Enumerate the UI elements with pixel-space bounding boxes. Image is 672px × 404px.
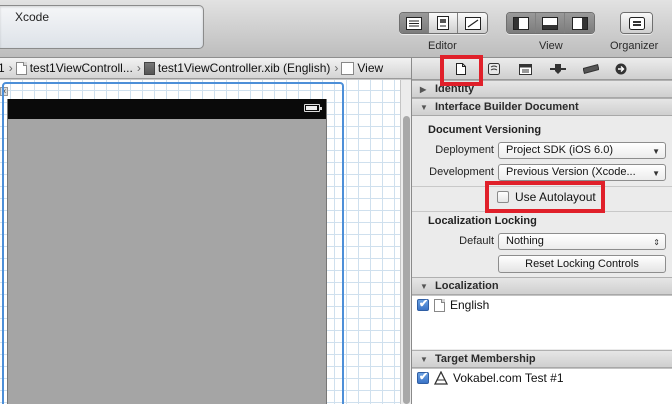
standard-editor-button[interactable] bbox=[400, 13, 429, 33]
target-membership-list-item[interactable]: Vokabel.com Test #1 bbox=[417, 370, 564, 385]
size-inspector-tab[interactable] bbox=[582, 61, 600, 77]
connections-inspector-tab[interactable] bbox=[612, 61, 630, 77]
deployment-label: Deployment bbox=[435, 144, 494, 156]
canvas-vertical-scrollbar[interactable] bbox=[400, 80, 411, 404]
disclosure-expanded-icon: ▼ bbox=[420, 102, 428, 112]
chevron-right-icon: › bbox=[8, 61, 13, 75]
jump-bar-crumb-project[interactable]: 1 bbox=[0, 61, 8, 75]
target-membership-checkbox[interactable] bbox=[417, 370, 429, 384]
highlight-file-inspector-tab bbox=[440, 55, 483, 86]
organizer-control bbox=[620, 12, 653, 34]
left-pane-icon bbox=[513, 16, 529, 30]
reset-locking-controls-button[interactable]: Reset Locking Controls bbox=[498, 255, 666, 273]
disclosure-expanded-icon: ▼ bbox=[420, 354, 428, 364]
disclosure-expanded-icon: ▼ bbox=[420, 281, 428, 291]
navigator-toggle-button[interactable] bbox=[507, 13, 536, 33]
status-bar bbox=[8, 99, 326, 119]
organizer-icon bbox=[628, 16, 645, 30]
jump-bar-crumb-group[interactable]: test1ViewControll... bbox=[15, 61, 136, 75]
attributes-slider-icon bbox=[550, 64, 566, 74]
editor-segmented-control bbox=[399, 12, 488, 34]
interface-builder-canvas[interactable]: × bbox=[0, 80, 400, 404]
view-segmented-control bbox=[506, 12, 595, 34]
localization-english-checkbox[interactable] bbox=[417, 297, 429, 311]
quick-help-inspector-tab[interactable] bbox=[485, 61, 503, 77]
debug-area-toggle-button[interactable] bbox=[536, 13, 565, 33]
crumb-label: test1ViewController.xib (English) bbox=[157, 61, 331, 75]
document-versioning-title: Document Versioning bbox=[428, 124, 542, 136]
view-object-icon bbox=[341, 61, 355, 75]
iphone-view[interactable] bbox=[7, 99, 327, 404]
localization-item-label: English bbox=[450, 298, 490, 312]
right-pane-icon bbox=[571, 16, 588, 30]
chevron-right-icon: › bbox=[334, 61, 339, 75]
utilities-inspector: ▶ Identity ▼ Interface Builder Document … bbox=[411, 58, 672, 404]
target-item-label: Vokabel.com Test #1 bbox=[453, 371, 564, 385]
default-label: Default bbox=[459, 235, 494, 247]
arrow-circle-icon bbox=[615, 63, 627, 75]
deployment-value: Project SDK (iOS 6.0) bbox=[506, 144, 613, 156]
development-label: Development bbox=[429, 166, 494, 178]
section-header-localization[interactable]: ▼ Localization bbox=[412, 277, 672, 295]
activity-title: Xcode bbox=[15, 10, 50, 24]
xib-file-icon bbox=[143, 61, 155, 75]
organizer-label: Organizer bbox=[610, 40, 659, 52]
section-header-target-membership[interactable]: ▼ Target Membership bbox=[412, 350, 672, 368]
identity-inspector-tab[interactable] bbox=[516, 61, 534, 77]
editor-label: Editor bbox=[428, 40, 457, 52]
default-value: Nothing bbox=[506, 235, 544, 247]
disclosure-collapsed-icon: ▶ bbox=[420, 84, 427, 94]
crumb-label: 1 bbox=[0, 61, 5, 75]
attributes-inspector-tab[interactable] bbox=[549, 61, 567, 77]
version-editor-button[interactable] bbox=[458, 13, 487, 33]
localization-locking-title: Localization Locking bbox=[428, 215, 537, 227]
identity-card-icon bbox=[518, 63, 532, 75]
development-value: Previous Version (Xcode... bbox=[506, 166, 636, 178]
view-label: View bbox=[539, 40, 563, 52]
battery-icon bbox=[304, 104, 322, 112]
activity-viewer: Xcode bbox=[0, 5, 204, 49]
window-toolbar: Xcode Editor View Organizer bbox=[0, 0, 672, 58]
section-title: Target Membership bbox=[435, 353, 536, 365]
section-header-ib-document[interactable]: ▼ Interface Builder Document bbox=[412, 98, 672, 116]
jump-bar-crumb-view[interactable]: View bbox=[341, 61, 386, 75]
assistant-editor-icon bbox=[437, 16, 449, 30]
version-editor-icon bbox=[464, 16, 481, 30]
deployment-popup[interactable]: Project SDK (iOS 6.0) ▼ bbox=[498, 142, 666, 159]
localization-list-item[interactable]: English bbox=[417, 297, 490, 312]
app-target-icon bbox=[434, 371, 448, 385]
assistant-editor-button[interactable] bbox=[429, 13, 458, 33]
ruler-icon bbox=[583, 64, 599, 74]
popup-arrow-icon: ▼ bbox=[652, 147, 660, 156]
development-popup[interactable]: Previous Version (Xcode... ▼ bbox=[498, 164, 666, 181]
jump-bar-crumb-xib[interactable]: test1ViewController.xib (English) bbox=[143, 61, 334, 75]
scrollbar-thumb[interactable] bbox=[403, 116, 410, 404]
utilities-toggle-button[interactable] bbox=[565, 13, 594, 33]
stepper-arrows-icon: ⇕ bbox=[653, 238, 660, 247]
highlight-use-autolayout bbox=[485, 181, 605, 213]
bottom-pane-icon bbox=[542, 16, 558, 30]
crumb-label: test1ViewControll... bbox=[29, 61, 133, 75]
quick-help-icon bbox=[488, 63, 500, 75]
popup-arrow-icon: ▼ bbox=[652, 169, 660, 178]
crumb-label: View bbox=[357, 61, 384, 75]
chevron-right-icon: › bbox=[136, 61, 141, 75]
file-icon bbox=[15, 61, 27, 75]
section-title: Interface Builder Document bbox=[435, 101, 579, 113]
organizer-button[interactable] bbox=[621, 13, 652, 33]
locking-default-popup[interactable]: Nothing ⇕ bbox=[498, 233, 666, 250]
section-title: Localization bbox=[435, 280, 499, 292]
strings-file-icon bbox=[434, 298, 445, 312]
jump-bar: 1 › test1ViewControll... › test1ViewCont… bbox=[0, 58, 411, 79]
standard-editor-icon bbox=[406, 16, 422, 30]
